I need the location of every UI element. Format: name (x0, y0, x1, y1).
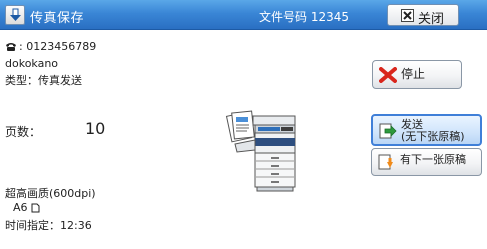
document-number: 文件号码 12345 (259, 10, 349, 24)
down-arrow-icon (10, 8, 21, 21)
close-icon (401, 9, 414, 22)
next-original-button[interactable]: 有下一张原稿 (371, 148, 482, 176)
paper-size: A6 (13, 201, 28, 214)
printer-illustration (225, 110, 296, 192)
fax-number-line: : 0123456789 (5, 40, 96, 53)
resolution: 超高画质(600dpi) (5, 187, 96, 200)
next-original-icon (378, 154, 393, 170)
portrait-page-icon (31, 203, 40, 213)
stop-button[interactable]: 停止 (372, 60, 462, 89)
send-button[interactable]: 发送 (无下张原稿) (371, 114, 482, 146)
pages-label: 页数： (5, 125, 42, 139)
page-title: 传真保存 (30, 11, 85, 26)
stop-label: 停止 (401, 67, 426, 81)
send-label: 发送 (无下张原稿) (401, 119, 465, 143)
close-button[interactable]: 关闭 (387, 4, 459, 27)
title-bar: 传真保存 文件号码 12345 关闭 (0, 0, 487, 30)
job-type: 类型：传真发送 (5, 74, 82, 87)
fax-number: 0123456789 (26, 40, 97, 53)
next-original-label: 有下一张原稿 (400, 153, 466, 166)
collapse-button[interactable] (5, 5, 25, 25)
recipient-name: dokokano (5, 57, 59, 70)
send-label-line2: (无下张原稿) (401, 130, 465, 143)
pages-value: 10 (85, 119, 106, 138)
phone-icon (6, 43, 16, 51)
stop-icon (379, 67, 397, 83)
close-label: 关闭 (418, 12, 445, 27)
scheduled-time: 时间指定：12:36 (5, 219, 92, 232)
paper-size-line: A6 (13, 201, 40, 214)
send-icon (379, 123, 397, 139)
